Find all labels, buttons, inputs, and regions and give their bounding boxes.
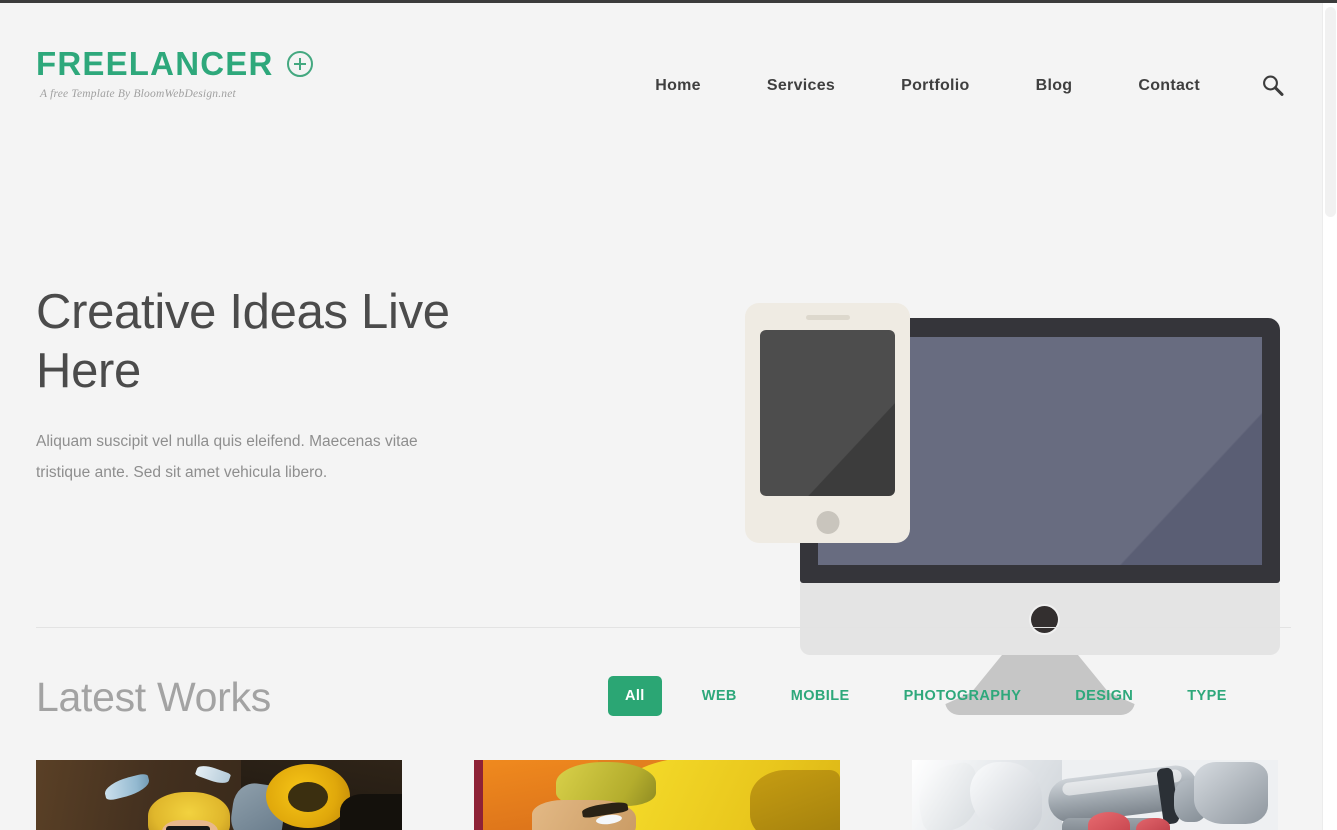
filter-mobile[interactable]: MOBILE [787, 680, 854, 712]
hero-copy: Creative Ideas Live Here Aliquam suscipi… [36, 283, 556, 488]
monitor-logo-dot [1031, 606, 1058, 633]
filter-photography[interactable]: PHOTOGRAPHY [900, 680, 1026, 712]
hero-illustration [735, 153, 1295, 715]
hero-title: Creative Ideas Live Here [36, 285, 450, 398]
nav-item-home[interactable]: Home [655, 71, 701, 101]
vertical-scrollbar[interactable] [1322, 3, 1337, 830]
portfolio-item[interactable] [36, 760, 402, 830]
works-header: Latest Works All WEB MOBILE PHOTOGRAPHY … [0, 658, 1322, 738]
tablet-screen [760, 330, 895, 496]
portfolio-thumbnail-1 [36, 760, 402, 830]
plus-circle-icon [286, 50, 313, 77]
tablet-home-button [816, 511, 839, 534]
latest-works-section: Latest Works All WEB MOBILE PHOTOGRAPHY … [0, 658, 1322, 830]
filter-all[interactable]: All [608, 676, 662, 716]
nav-item-blog[interactable]: Blog [1036, 71, 1073, 101]
main-navigation: Home Services Portfolio Blog Contact [655, 71, 1286, 101]
logo-text: FREELANCER [36, 45, 274, 82]
site-header: FREELANCER A free Template By BloomWebDe… [0, 3, 1322, 143]
portfolio-item[interactable] [474, 760, 840, 830]
hero-subtitle: Aliquam suscipit vel nulla quis eleifend… [36, 433, 418, 481]
scrollbar-thumb[interactable] [1325, 7, 1336, 217]
logo-row: FREELANCER [36, 47, 313, 80]
nav-item-portfolio[interactable]: Portfolio [901, 71, 969, 101]
hero-section: Creative Ideas Live Here Aliquam suscipi… [0, 143, 1322, 715]
section-title: Latest Works [36, 674, 271, 720]
filter-design[interactable]: DESIGN [1071, 680, 1137, 712]
browser-chrome-edge [0, 0, 1337, 3]
section-divider [36, 627, 1291, 628]
portfolio-item[interactable] [912, 760, 1278, 830]
nav-item-contact[interactable]: Contact [1138, 71, 1200, 101]
portfolio-thumbnail-3 [912, 760, 1278, 830]
site-logo[interactable]: FREELANCER A free Template By BloomWebDe… [36, 47, 313, 100]
page-canvas: FREELANCER A free Template By BloomWebDe… [0, 3, 1322, 830]
filter-web[interactable]: WEB [698, 680, 741, 712]
portfolio-grid [36, 760, 1291, 830]
portfolio-thumbnail-2 [474, 760, 840, 830]
nav-item-services[interactable]: Services [767, 71, 835, 101]
logo-tagline: A free Template By BloomWebDesign.net [40, 88, 236, 100]
search-icon[interactable] [1260, 73, 1286, 99]
portfolio-filter-bar: All WEB MOBILE PHOTOGRAPHY DESIGN TYPE [608, 676, 1231, 716]
tablet-device-icon [745, 303, 910, 543]
filter-type[interactable]: TYPE [1183, 680, 1230, 712]
tablet-speaker [805, 315, 850, 320]
